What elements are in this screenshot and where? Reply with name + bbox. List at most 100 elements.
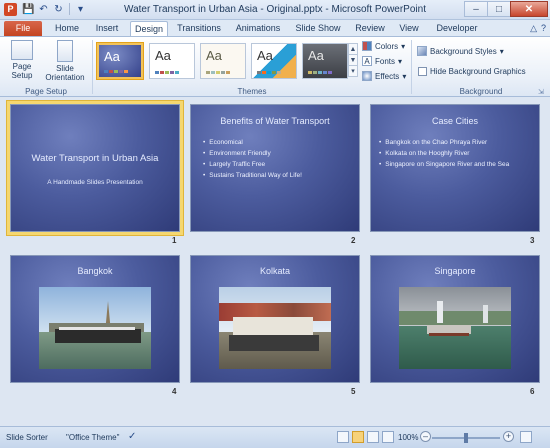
ribbon: Page Setup Slide Orientation Page Setup … [0, 36, 550, 97]
slide-number: 3 [530, 236, 535, 245]
theme-color-bars [257, 71, 281, 74]
theme-sample-text: Aa [206, 48, 222, 63]
slide-thumbnail-2[interactable]: Benefits of Water Transport Economical E… [190, 104, 360, 232]
slide-orientation-button[interactable]: Slide Orientation [40, 40, 90, 82]
theme-color-bars [104, 70, 128, 73]
hide-background-graphics-checkbox[interactable]: Hide Background Graphics [418, 67, 526, 76]
tab-transitions[interactable]: Transitions [174, 21, 224, 37]
theme-sample-text: Aa [104, 49, 120, 64]
slide-number: 4 [172, 387, 177, 396]
tab-file[interactable]: File [4, 21, 42, 37]
ribbon-tabs: File Home Insert Design Transitions Anim… [0, 20, 550, 37]
list-item: Economical [203, 137, 302, 148]
slide-title: Bangkok [77, 266, 113, 276]
effects-label: Effects [375, 71, 400, 81]
distant-shore [399, 311, 511, 325]
fonts-label: Fonts [375, 56, 396, 66]
theme-effects-button[interactable]: Effects ▾ [362, 71, 406, 81]
background-styles-button[interactable]: Background Styles ▾ [417, 46, 504, 56]
slide-title: Singapore [434, 266, 476, 276]
zoom-out-icon[interactable]: – [420, 431, 431, 442]
zoom-in-icon[interactable]: + [503, 431, 514, 442]
slide-title: Water Transport in Urban Asia [31, 153, 159, 164]
fit-to-window-icon[interactable] [520, 431, 532, 443]
fonts-icon: A [362, 56, 372, 66]
theme-thumbnail-angles[interactable]: Aa [251, 43, 297, 79]
themes-gallery-scroll: ▲ ▼ ▾ [348, 43, 358, 79]
tab-review[interactable]: Review [352, 21, 388, 37]
minimize-icon[interactable]: – [464, 1, 488, 17]
zoom-slider-thumb[interactable] [464, 433, 468, 443]
bangkok-photo [39, 287, 151, 369]
dropdown-arrow-icon: ▾ [499, 46, 504, 56]
theme-thumbnail-office[interactable]: Aa [149, 43, 195, 79]
title-bar: P 💾 ↶ ↻ ▾ Water Transport in Urban Asia … [0, 0, 550, 20]
slide-sorter-view-icon[interactable] [352, 431, 364, 443]
slide-title: Case Cities [431, 116, 478, 126]
list-item: Singapore on Singapore River and the Sea [379, 159, 509, 170]
slide-thumbnail-6[interactable]: Singapore [370, 255, 540, 383]
theme-thumbnail-current[interactable]: Aa [97, 43, 143, 79]
slide-subtitle: A Handmade Slides Presentation [47, 179, 143, 186]
slide-number: 1 [172, 236, 177, 245]
colors-icon [362, 41, 372, 51]
ferry-boat [55, 329, 141, 343]
theme-thumbnail-apex[interactable]: Aa [302, 43, 348, 79]
dropdown-arrow-icon: ▾ [402, 71, 407, 81]
tab-slide-show[interactable]: Slide Show [292, 21, 344, 37]
background-group-label: Background [459, 87, 503, 96]
theme-colors-button[interactable]: Colors ▾ [362, 41, 405, 51]
tab-home[interactable]: Home [50, 21, 84, 37]
slide-thumbnail-3[interactable]: Case Cities Bangkok on the Chao Phraya R… [370, 104, 540, 232]
theme-status: "Office Theme" [66, 433, 120, 442]
background-styles-label: Background Styles [430, 46, 497, 56]
tab-design[interactable]: Design [130, 21, 168, 37]
view-status: Slide Sorter [6, 433, 48, 442]
normal-view-icon[interactable] [337, 431, 349, 443]
theme-fonts-button[interactable]: A Fonts ▾ [362, 56, 402, 66]
slide-number: 5 [351, 387, 356, 396]
theme-color-bars [155, 71, 179, 74]
tab-insert[interactable]: Insert [90, 21, 124, 37]
slide-number: 6 [530, 387, 535, 396]
theme-sample-text: Aa [308, 48, 324, 63]
zoom-level[interactable]: 100% [398, 433, 418, 442]
maximize-icon[interactable]: □ [487, 1, 511, 17]
close-icon[interactable]: ✕ [510, 1, 548, 17]
slide-title: Kolkata [259, 266, 291, 276]
gallery-more-icon[interactable]: ▾ [348, 65, 358, 77]
reading-view-icon[interactable] [367, 431, 379, 443]
singapore-photo [399, 287, 511, 369]
ferry-deck [233, 317, 313, 337]
slide-thumbnail-4[interactable]: Bangkok [10, 255, 180, 383]
list-item: Bangkok on the Chao Phraya River [379, 137, 509, 148]
list-item: Kolkata on the Hooghly River [379, 148, 509, 159]
dropdown-arrow-icon: ▾ [401, 41, 406, 51]
background-styles-icon [417, 46, 427, 56]
theme-sample-text: Aa [257, 48, 273, 63]
slide-thumbnail-5[interactable]: Kolkata [190, 255, 360, 383]
page-setup-button[interactable]: Page Setup [6, 40, 38, 80]
tower-building [437, 301, 443, 323]
slide-show-view-icon[interactable] [382, 431, 394, 443]
theme-sample-text: Aa [155, 48, 171, 63]
theme-color-bars [206, 71, 230, 74]
tab-developer[interactable]: Developer [432, 21, 482, 37]
spell-check-icon[interactable]: ✓ [128, 431, 136, 442]
list-item: Environment Friendly [203, 148, 302, 159]
slide-number: 2 [351, 236, 356, 245]
tab-animations[interactable]: Animations [232, 21, 284, 37]
tower-building [483, 305, 488, 323]
ribbon-controls: △ ? [530, 23, 546, 34]
effects-icon [362, 71, 372, 81]
checkbox-icon[interactable] [418, 67, 427, 76]
theme-thumbnail-adjacency[interactable]: Aa [200, 43, 246, 79]
slide-bullet-list: Economical Environment Friendly Largely … [203, 137, 302, 181]
boat-roof [59, 327, 135, 330]
tab-view[interactable]: View [394, 21, 424, 37]
help-icon[interactable]: ? [541, 23, 546, 34]
dialog-launcher-icon[interactable]: ⇲ [538, 88, 544, 96]
page-setup-label: Page Setup [11, 62, 33, 80]
minimize-ribbon-icon[interactable]: △ [530, 23, 537, 34]
slide-thumbnail-1[interactable]: Water Transport in Urban Asia A Handmade… [10, 104, 180, 232]
